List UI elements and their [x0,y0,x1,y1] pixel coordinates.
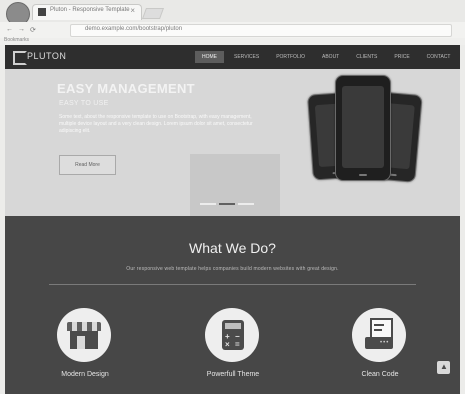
browser-window: Pluton - Responsive Template × ← → ⟳ dem… [0,0,465,394]
forward-icon[interactable]: → [18,26,25,33]
back-icon[interactable]: ← [6,26,13,33]
hero-title: EASY MANAGEMENT [57,81,195,96]
site-header: PLUTON HOME SERVICES PORTFOLIO ABOUT CLI… [5,45,460,69]
slider-dot[interactable] [238,203,254,205]
hero-background-block [190,154,280,216]
reload-icon[interactable]: ⟳ [30,26,36,34]
feature-powerfull-theme: + − × = Powerfull Theme [168,308,298,394]
hero-text: Some text, about the responsive template… [59,114,253,134]
address-bar[interactable]: demo.example.com/bootstrap/pluton [70,24,452,37]
menu-item-home[interactable]: HOME [195,51,224,63]
browser-tab[interactable]: Pluton - Responsive Template × [32,4,142,20]
slider-pagination [200,203,254,205]
services-title: What We Do? [189,240,276,256]
feature-modern-design: Modern Design [20,308,150,394]
hero-slider: EASY MANAGEMENT EASY TO USE Some text, a… [5,69,460,216]
bookmarks-label[interactable]: Bookmarks [4,37,29,43]
scroll-to-top-button[interactable]: ▲ [437,361,450,374]
favicon-icon [38,8,46,16]
bookmarks-bar: Bookmarks [0,37,465,45]
tab-title: Pluton - Responsive Template [50,7,130,13]
shop-icon[interactable] [57,308,111,362]
code-sheet-icon[interactable]: ••• [352,308,406,362]
new-tab-button[interactable] [141,8,165,19]
tab-bar: Pluton - Responsive Template × [0,0,465,26]
calculator-icon[interactable]: + − × = [205,308,259,362]
feature-label: Modern Design [61,371,109,378]
navigation-row: ← → ⟳ demo.example.com/bootstrap/pluton [0,22,465,39]
feature-clean-code: ••• Clean Code [315,308,445,394]
feature-label: Powerfull Theme [206,371,260,378]
read-more-button[interactable]: Read More [59,155,116,175]
address-text: demo.example.com/bootstrap/pluton [85,26,183,32]
divider [49,284,416,285]
feature-label: Clean Code [361,371,399,378]
hero-subtitle: EASY TO USE [59,100,109,107]
menu-item-contact[interactable]: CONTACT [420,51,458,63]
logo-icon [13,51,27,65]
phone-center-image [335,75,391,181]
menu-item-about[interactable]: ABOUT [315,51,346,63]
services-subtitle: Our responsive web template helps compan… [126,266,339,272]
logo-text[interactable]: PLUTON [27,51,66,61]
close-icon[interactable]: × [130,6,135,15]
services-section: What We Do? Our responsive web template … [5,216,460,394]
menu-item-services[interactable]: SERVICES [227,51,266,63]
menu-item-clients[interactable]: CLIENTS [349,51,384,63]
menu-item-portfolio[interactable]: PORTFOLIO [269,51,312,63]
menu-item-price[interactable]: PRICE [387,51,416,63]
main-menu: HOME SERVICES PORTFOLIO ABOUT CLIENTS PR… [195,51,457,63]
slider-dot-active[interactable] [219,203,235,205]
slider-dot[interactable] [200,203,216,205]
arrow-up-icon: ▲ [440,362,448,371]
